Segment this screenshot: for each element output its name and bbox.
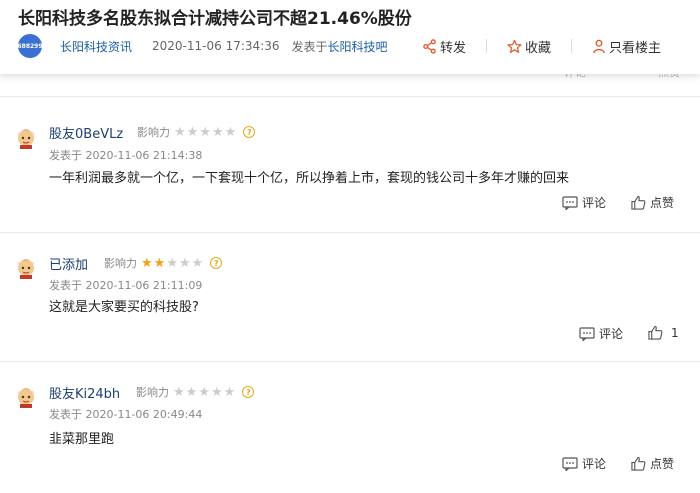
star-icon: ★ bbox=[199, 124, 211, 140]
influence-rating: 影响力 ★ ★ ★ ★ ★ ? bbox=[136, 384, 255, 400]
influence-label: 影响力 bbox=[136, 386, 169, 399]
star-icon: ★ bbox=[223, 384, 236, 400]
comment-text: 一年利润最多就一个亿，一下套现十个亿，所以挣着上市，套现的钱公司十多年才赚的回来 bbox=[49, 171, 570, 186]
influence-label: 影响力 bbox=[137, 126, 170, 139]
help-icon[interactable]: ? bbox=[243, 126, 256, 138]
like-count: 1 bbox=[671, 325, 679, 340]
star-icon: ★ bbox=[174, 124, 186, 140]
like-label: 点赞 bbox=[650, 196, 675, 210]
help-icon[interactable]: ? bbox=[242, 386, 255, 398]
avatar-icon[interactable] bbox=[14, 125, 38, 149]
divider bbox=[486, 39, 488, 53]
influence-rating: 影响力 ★ ★ ★ ★ ★ ? bbox=[104, 255, 223, 271]
thumbs-up-icon bbox=[648, 325, 663, 340]
post-time: 发表于 2020-11-06 21:11:09 bbox=[49, 279, 203, 292]
posted-prefix: 发表于 bbox=[291, 39, 328, 54]
star-icon: ★ bbox=[198, 384, 210, 400]
article-time: 2020-11-06 17:34:36 bbox=[152, 39, 280, 53]
comment-label: 评论 bbox=[582, 196, 607, 210]
article-title: 长阳科技多名股东拟合计减持公司不超21.46%股份 bbox=[18, 9, 412, 29]
like-button[interactable]: 点赞 bbox=[631, 455, 674, 472]
influence-rating: 影响力 ★ ★ ★ ★ ★ ? bbox=[137, 124, 256, 140]
like-label: 点赞 bbox=[650, 457, 675, 471]
like-button[interactable]: 点赞 bbox=[631, 194, 674, 211]
comment-label: 评论 bbox=[599, 327, 624, 341]
share-button[interactable]: 转发 bbox=[422, 37, 466, 56]
star-icon: ★ bbox=[178, 255, 191, 271]
star-icon: ★ bbox=[186, 124, 199, 140]
star-icon bbox=[507, 39, 522, 53]
comment-item: 股友0BeVLz 影响力 ★ ★ ★ ★ ★ ? 发表于 2020-11-06 … bbox=[0, 97, 700, 232]
article-meta: 688299 长阳科技资讯 2020-11-06 17:34:36 发表于 长阳… bbox=[17, 34, 388, 58]
username[interactable]: 已添加 bbox=[49, 254, 88, 273]
username[interactable]: 股友Ki24bh bbox=[49, 383, 120, 402]
star-icon: ★ bbox=[141, 255, 153, 271]
comment-text: 韭菜那里跑 bbox=[49, 432, 115, 447]
comment-icon bbox=[562, 456, 578, 471]
star-icon: ★ bbox=[166, 255, 178, 271]
author-only-label: 只看楼主 bbox=[609, 40, 662, 56]
username[interactable]: 股友0BeVLz bbox=[49, 123, 123, 142]
comment-button[interactable]: 评论 bbox=[562, 455, 606, 472]
help-icon[interactable]: ? bbox=[210, 257, 223, 269]
thumbs-up-icon bbox=[631, 456, 646, 471]
post-time: 发表于 2020-11-06 20:49:44 bbox=[49, 408, 203, 421]
avatar-icon[interactable] bbox=[14, 255, 38, 279]
star-icon: ★ bbox=[185, 384, 198, 400]
star-icon: ★ bbox=[210, 384, 223, 400]
star-icon: ★ bbox=[173, 384, 185, 400]
forum-link[interactable]: 长阳科技吧 bbox=[327, 38, 387, 55]
comment-button[interactable]: 评论 bbox=[562, 194, 606, 211]
comment-item: 已添加 影响力 ★ ★ ★ ★ ★ ? 发表于 2020-11-06 21:11… bbox=[0, 233, 700, 361]
avatar-icon[interactable] bbox=[14, 384, 38, 408]
thumbs-up-icon bbox=[631, 195, 646, 210]
like-button[interactable]: 1 bbox=[648, 325, 679, 340]
author-only-button[interactable]: 只看楼主 bbox=[592, 37, 661, 56]
comment-text: 这就是大家要买的科技股? bbox=[49, 300, 199, 315]
share-icon bbox=[423, 38, 436, 54]
star-icon: ★ bbox=[211, 124, 224, 140]
comment-icon bbox=[579, 326, 595, 341]
star-icon: ★ bbox=[191, 255, 204, 271]
comment-button[interactable]: 评论 bbox=[579, 325, 623, 342]
star-icon: ★ bbox=[224, 124, 237, 140]
collect-button[interactable]: 收藏 bbox=[507, 37, 551, 56]
source-link[interactable]: 长阳科技资讯 bbox=[60, 38, 132, 55]
share-label: 转发 bbox=[440, 40, 467, 56]
article-actions: 转发 收藏 只看楼主 bbox=[422, 34, 661, 58]
collect-label: 收藏 bbox=[525, 40, 552, 56]
comment-icon bbox=[562, 195, 578, 210]
comment-label: 评论 bbox=[582, 457, 607, 471]
source-logo[interactable]: 688299 bbox=[17, 34, 43, 58]
person-icon bbox=[593, 39, 605, 53]
article-header: 长阳科技多名股东拟合计减持公司不超21.46%股份 688299 长阳科技资讯 … bbox=[0, 0, 700, 74]
post-time: 发表于 2020-11-06 21:14:38 bbox=[49, 149, 203, 162]
divider bbox=[571, 39, 573, 53]
influence-label: 影响力 bbox=[104, 257, 137, 270]
star-icon: ★ bbox=[153, 255, 166, 271]
comment-item: 股友Ki24bh 影响力 ★ ★ ★ ★ ★ ? 发表于 2020-11-06 … bbox=[0, 362, 700, 493]
